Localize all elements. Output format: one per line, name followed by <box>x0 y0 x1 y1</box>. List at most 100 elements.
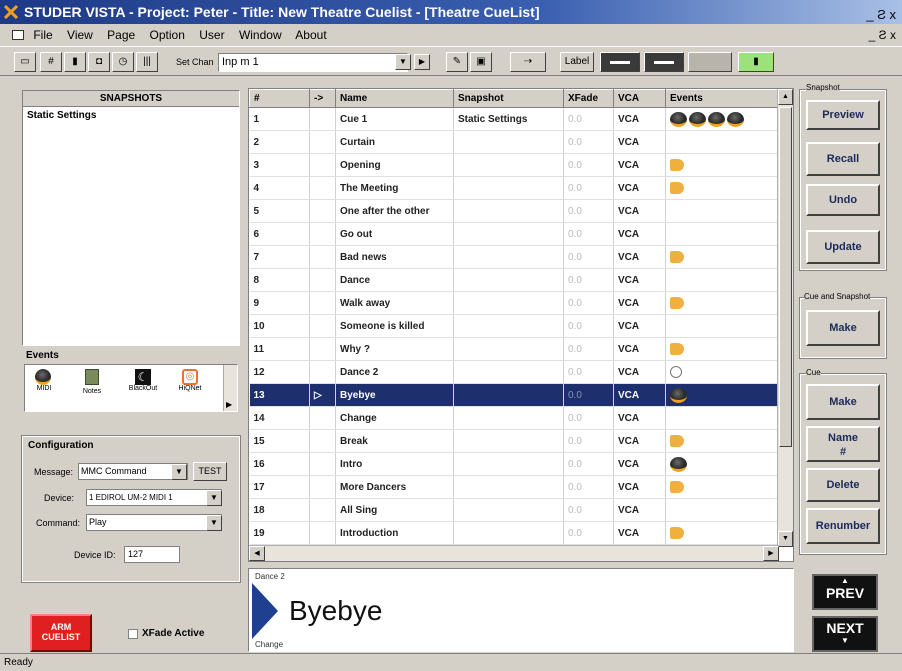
cue-snapshot[interactable] <box>453 245 564 269</box>
cue-arrow[interactable] <box>309 153 336 177</box>
chevron-down-icon[interactable]: ▼ <box>395 54 411 70</box>
cue-events[interactable] <box>665 337 780 361</box>
cue-number[interactable]: 13 <box>249 383 310 407</box>
table-row[interactable]: 15 Break 0.0 VCA <box>249 429 780 453</box>
cue-snapshot[interactable] <box>453 360 564 384</box>
cue-xfade[interactable]: 0.0 <box>563 337 614 361</box>
table-row[interactable]: 4 The Meeting 0.0 VCA <box>249 176 780 200</box>
cue-arrow[interactable] <box>309 452 336 476</box>
menu-user[interactable]: User <box>199 28 224 42</box>
cue-arrow[interactable] <box>309 406 336 430</box>
event-blackout[interactable]: ☾ BlackOut <box>125 369 161 392</box>
prev-button[interactable]: ▲ PREV <box>812 574 878 610</box>
cue-name[interactable]: Why ? <box>335 337 454 361</box>
midi-event-icon[interactable] <box>727 111 744 127</box>
cue-vca[interactable]: VCA <box>613 498 666 522</box>
next-button[interactable]: NEXT ▼ <box>812 616 878 652</box>
cue-events[interactable] <box>665 360 780 384</box>
midi-event-icon[interactable] <box>670 111 687 127</box>
cuelist-horizontal-scrollbar[interactable]: ◀ ▶ <box>249 545 779 561</box>
cue-arrow[interactable] <box>309 360 336 384</box>
cue-arrow[interactable] <box>309 130 336 154</box>
cue-number[interactable]: 15 <box>249 429 310 453</box>
cue-vca[interactable]: VCA <box>613 291 666 315</box>
scroll-right-icon[interactable]: ▶ <box>226 400 232 409</box>
delete-button[interactable]: Delete <box>806 468 880 502</box>
cue-snapshot[interactable] <box>453 222 564 246</box>
column-header-xfade[interactable]: XFade <box>563 89 614 108</box>
cue-xfade[interactable]: 0.0 <box>563 245 614 269</box>
name-number-button[interactable]: Name # <box>806 426 880 462</box>
status-green-button[interactable]: ▮ <box>738 52 774 72</box>
cue-events[interactable] <box>665 291 780 315</box>
cue-name[interactable]: One after the other <box>335 199 454 223</box>
timer-event-icon[interactable] <box>670 366 682 378</box>
cue-xfade[interactable]: 0.0 <box>563 498 614 522</box>
cue-snapshot[interactable] <box>453 176 564 200</box>
horn-event-icon[interactable] <box>670 481 684 493</box>
column-header-arrow[interactable]: -> <box>309 89 336 108</box>
save-button[interactable]: ▣ <box>470 52 492 72</box>
cue-events[interactable] <box>665 406 780 430</box>
meter-button[interactable]: ▬▬ <box>600 52 640 72</box>
cue-xfade[interactable]: 0.0 <box>563 176 614 200</box>
renumber-button[interactable]: Renumber <box>806 508 880 544</box>
cue-vca[interactable]: VCA <box>613 429 666 453</box>
cue-name[interactable]: All Sing <box>335 498 454 522</box>
event-hiqnet[interactable]: ◎ HiQNet <box>175 369 205 392</box>
table-row[interactable]: 5 One after the other 0.0 VCA <box>249 199 780 223</box>
cue-name[interactable]: More Dancers <box>335 475 454 499</box>
cue-events[interactable] <box>665 498 780 522</box>
cue-name[interactable]: Byebye <box>335 383 454 407</box>
cue-name[interactable]: Opening <box>335 153 454 177</box>
cue-vca[interactable]: VCA <box>613 222 666 246</box>
cue-arrow[interactable] <box>309 429 336 453</box>
clock-icon[interactable]: ◷ <box>112 52 134 72</box>
scroll-thumb[interactable] <box>779 107 792 447</box>
cue-events[interactable] <box>665 429 780 453</box>
table-row[interactable]: 14 Change 0.0 VCA <box>249 406 780 430</box>
cue-xfade[interactable]: 0.0 <box>563 314 614 338</box>
table-row[interactable]: 18 All Sing 0.0 VCA <box>249 498 780 522</box>
midi-event-icon[interactable] <box>670 387 687 403</box>
cue-arrow[interactable] <box>309 199 336 223</box>
cue-vca[interactable]: VCA <box>613 406 666 430</box>
cue-snapshot[interactable] <box>453 314 564 338</box>
cue-arrow[interactable] <box>309 176 336 200</box>
cue-vca[interactable]: VCA <box>613 199 666 223</box>
scroll-up-icon[interactable]: ▲ <box>778 89 793 105</box>
cue-name[interactable]: Introduction <box>335 521 454 545</box>
make-cue-button[interactable]: Make <box>806 384 880 420</box>
scroll-down-icon[interactable]: ▼ <box>778 531 793 547</box>
cue-events[interactable] <box>665 107 780 131</box>
horn-event-icon[interactable] <box>670 159 684 171</box>
bars-button[interactable]: ||| <box>136 52 158 72</box>
recall-button[interactable]: Recall <box>806 142 880 176</box>
column-header-vca[interactable]: VCA <box>613 89 666 108</box>
cue-events[interactable] <box>665 176 780 200</box>
cue-number[interactable]: 10 <box>249 314 310 338</box>
cue-arrow[interactable] <box>309 475 336 499</box>
mdi-controls[interactable]: _ Ƨ x <box>869 24 896 46</box>
cue-events[interactable] <box>665 521 780 545</box>
cue-number[interactable]: 1 <box>249 107 310 131</box>
cue-snapshot[interactable] <box>453 337 564 361</box>
meter-alt-button[interactable]: ▬▬ <box>644 52 684 72</box>
events-scrollbar[interactable]: ▶ <box>223 365 237 411</box>
cue-events[interactable] <box>665 475 780 499</box>
cue-events[interactable] <box>665 268 780 292</box>
table-row[interactable]: 10 Someone is killed 0.0 VCA <box>249 314 780 338</box>
cue-arrow[interactable] <box>309 268 336 292</box>
horn-event-icon[interactable] <box>670 527 684 539</box>
cue-number[interactable]: 2 <box>249 130 310 154</box>
window-layout-button[interactable]: ▭ <box>14 52 36 72</box>
table-row[interactable]: 2 Curtain 0.0 VCA <box>249 130 780 154</box>
cue-name[interactable]: Curtain <box>335 130 454 154</box>
horn-event-icon[interactable] <box>670 435 684 447</box>
table-row[interactable]: 11 Why ? 0.0 VCA <box>249 337 780 361</box>
event-midi[interactable]: MIDI <box>33 369 55 392</box>
column-header-number[interactable]: # <box>249 89 310 108</box>
cue-number[interactable]: 12 <box>249 360 310 384</box>
xfade-active-checkbox[interactable] <box>128 629 138 639</box>
table-row[interactable]: 9 Walk away 0.0 VCA <box>249 291 780 315</box>
